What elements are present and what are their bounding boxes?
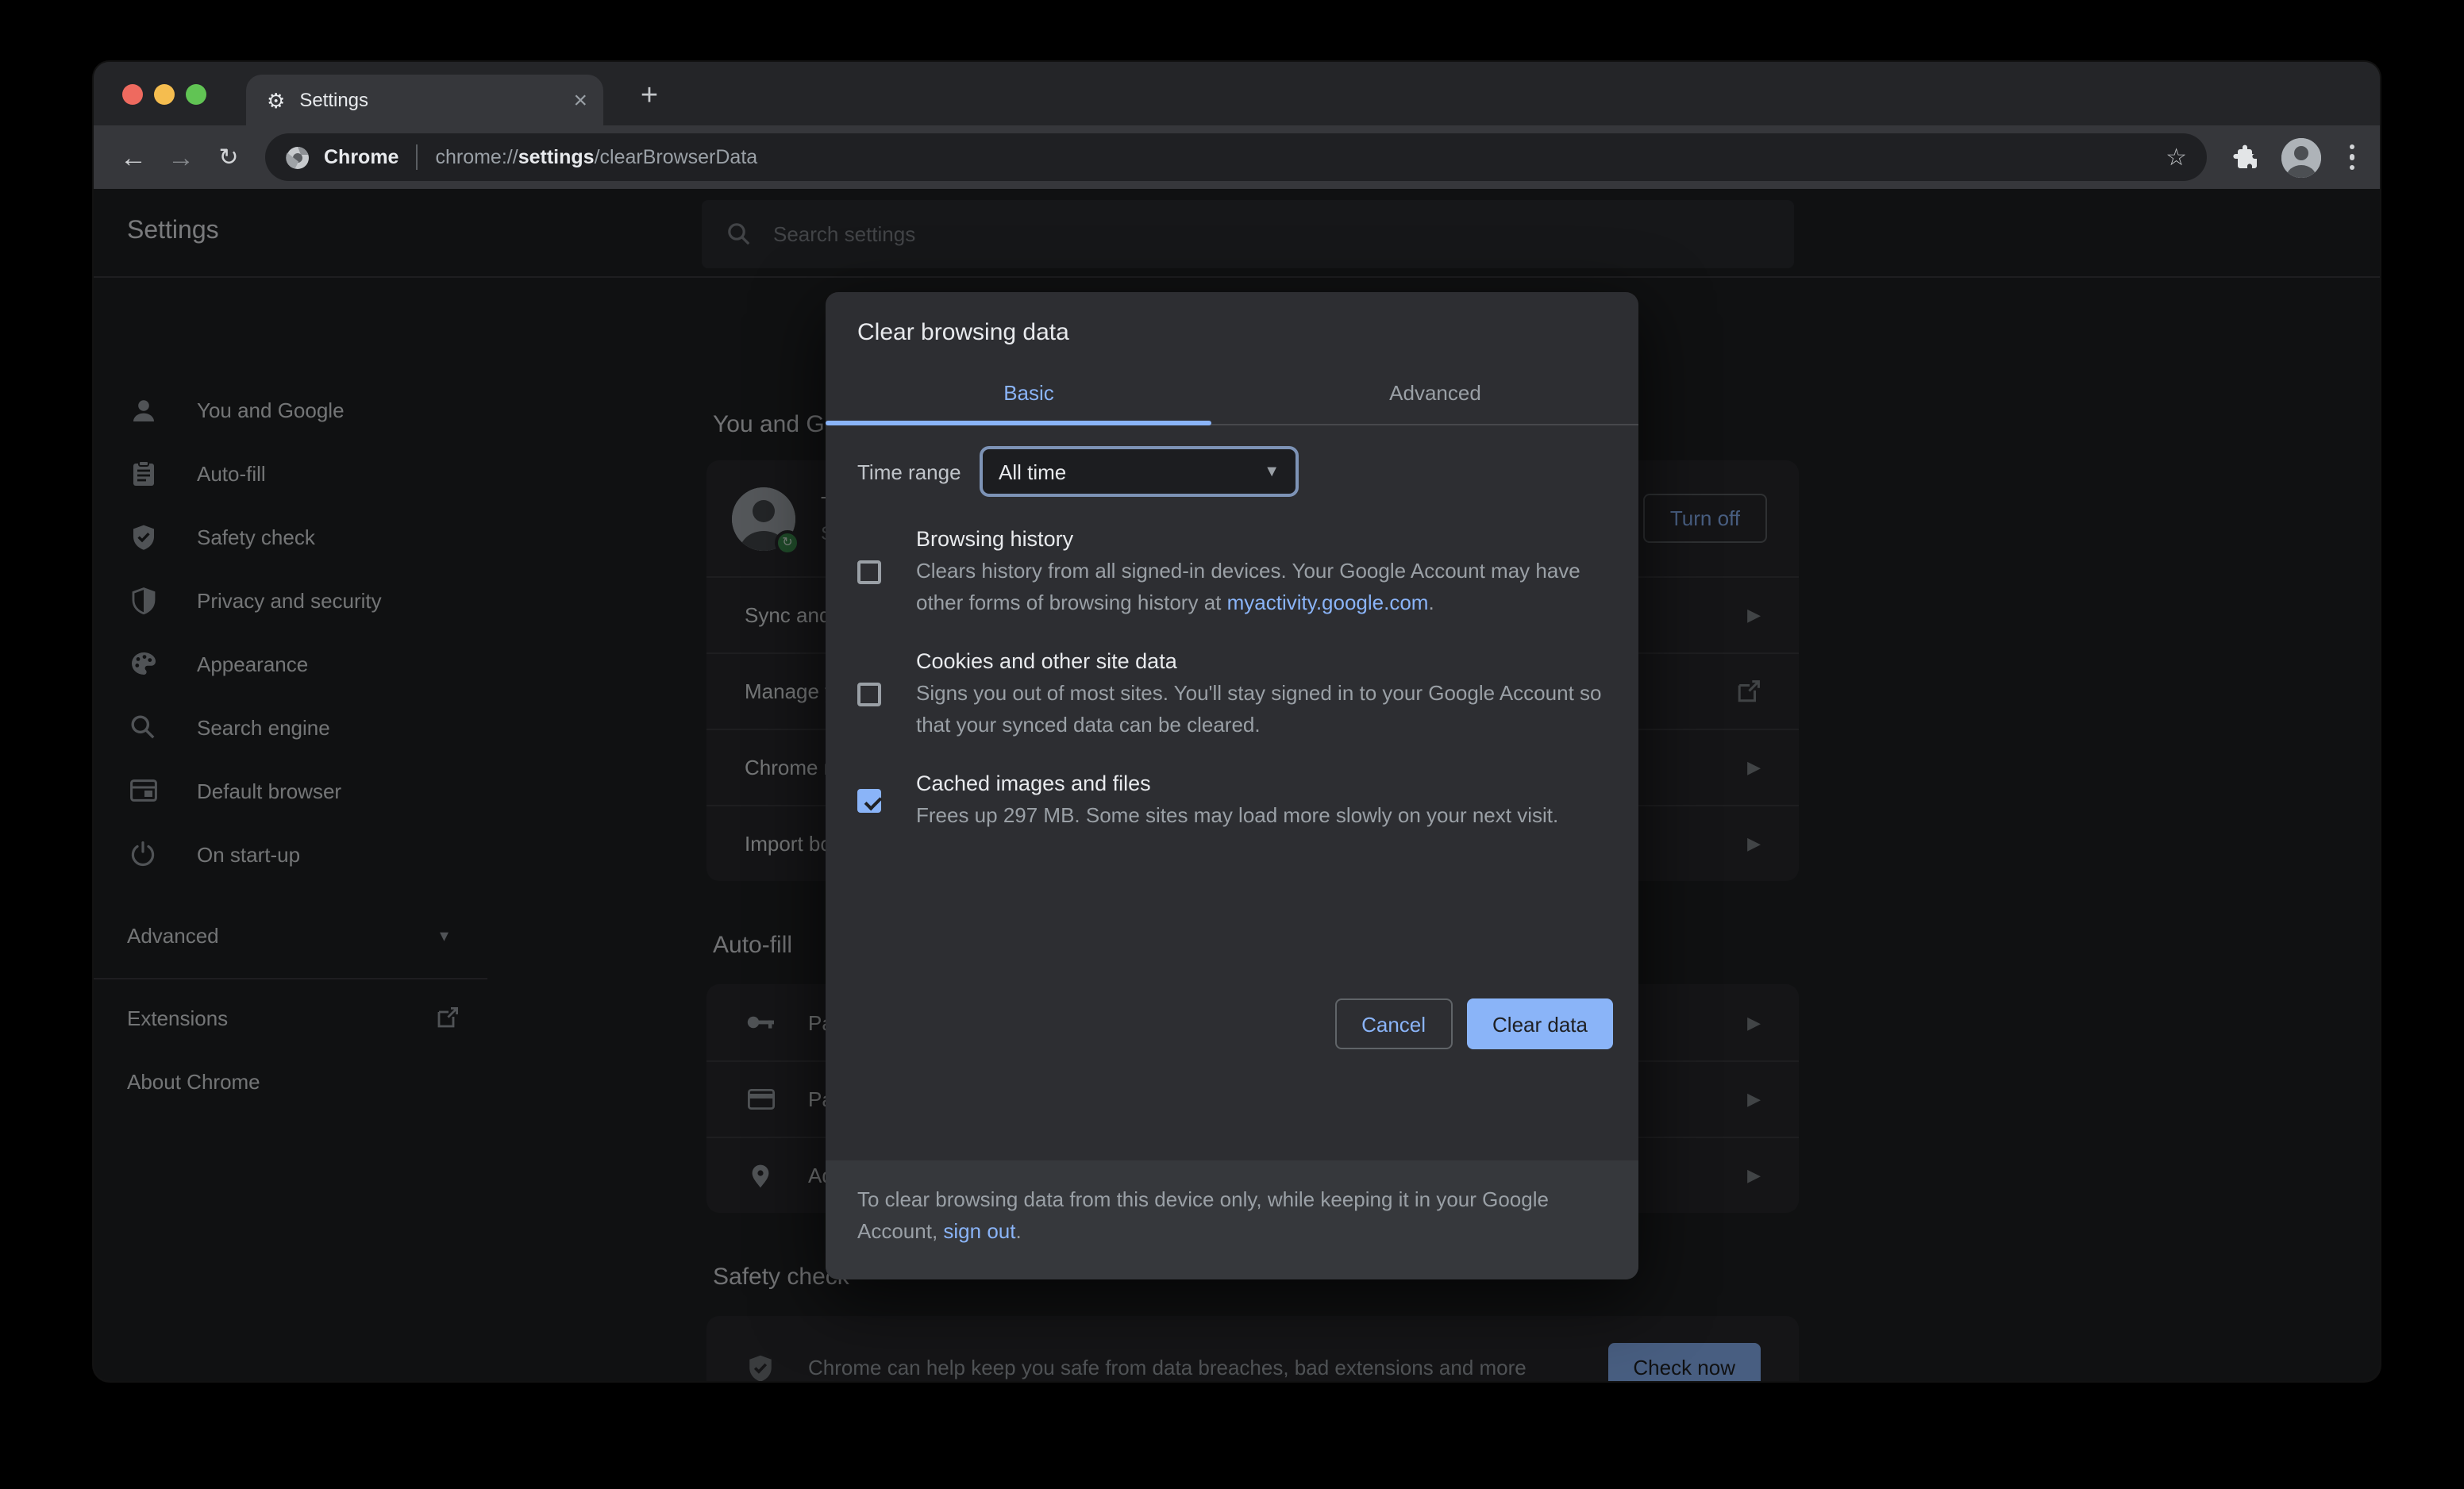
time-range-label: Time range [857, 460, 961, 483]
close-window-button[interactable] [122, 84, 143, 105]
tab-label: Basic [1003, 381, 1054, 405]
toolbar-right [2231, 137, 2361, 177]
tab-close-icon[interactable]: × [573, 88, 587, 112]
item-description: Clears history from all signed-in device… [916, 556, 1580, 587]
profile-avatar[interactable] [2281, 137, 2320, 177]
item-browsing-history: Browsing history Clears history from all… [857, 524, 1607, 619]
dialog-footer: To clear browsing data from this device … [826, 1160, 1638, 1279]
tab-settings[interactable]: ⚙ Settings × [246, 75, 603, 125]
item-description: Frees up 297 MB. Some sites may load mor… [916, 800, 1558, 832]
tab-label: Advanced [1389, 381, 1481, 405]
footer-text: To clear browsing data from this device … [857, 1184, 1607, 1216]
item-title: Cookies and other site data [916, 646, 1602, 678]
origin-chip: Chrome [324, 146, 398, 168]
gear-icon: ⚙ [267, 90, 285, 110]
checkbox-browsing-history[interactable] [857, 560, 881, 583]
chrome-logo-icon [286, 145, 310, 169]
forward-icon[interactable]: → [157, 144, 205, 171]
checkbox-cookies[interactable] [857, 682, 881, 706]
tab-basic[interactable]: Basic [826, 362, 1232, 424]
dialog-body: Time range All time ▼ Browsing history C… [826, 425, 1638, 859]
dialog-tabs: Basic Advanced [826, 362, 1638, 425]
time-range-select[interactable]: All time ▼ [980, 446, 1299, 497]
item-cookies: Cookies and other site data Signs you ou… [857, 646, 1607, 741]
checkbox-cached-images[interactable] [857, 788, 881, 812]
item-cached-images: Cached images and files Frees up 297 MB.… [857, 768, 1607, 832]
item-description: that your synced data can be cleared. [916, 710, 1602, 741]
back-icon[interactable]: ← [110, 144, 157, 171]
item-description: other forms of browsing history at myact… [916, 587, 1580, 619]
tab-title: Settings [299, 89, 573, 111]
item-title: Cached images and files [916, 768, 1558, 800]
footer-text: Account, sign out. [857, 1216, 1607, 1248]
address-bar[interactable]: Chrome chrome://settings/clearBrowserDat… [265, 133, 2206, 181]
screenshot-stage: ⚙ Settings × + ← → ↻ Chrome [0, 0, 2464, 1489]
extensions-puzzle-icon[interactable] [2231, 144, 2258, 171]
traffic-lights [122, 84, 206, 105]
item-description: Signs you out of most sites. You'll stay… [916, 678, 1602, 710]
time-range-value: All time [999, 460, 1066, 483]
bookmark-star-icon[interactable]: ☆ [2166, 143, 2187, 171]
select-arrow-icon: ▼ [1264, 463, 1280, 480]
sign-out-link[interactable]: sign out [943, 1219, 1015, 1243]
tab-strip: ⚙ Settings × + [94, 62, 2380, 125]
toolbar: ← → ↻ Chrome chrome://settings/clearBrow… [94, 125, 2380, 189]
dialog-title: Clear browsing data [857, 319, 1069, 346]
tab-advanced[interactable]: Advanced [1232, 362, 1638, 424]
new-tab-button[interactable]: + [627, 75, 672, 119]
item-title: Browsing history [916, 524, 1580, 556]
cancel-button[interactable]: Cancel [1334, 998, 1453, 1049]
reload-icon[interactable]: ↻ [205, 145, 252, 169]
clear-browsing-data-dialog: Clear browsing data Basic Advanced Time … [826, 292, 1638, 1279]
url-text: chrome://settings/clearBrowserData [435, 146, 2153, 168]
active-tab-underline [826, 421, 1211, 425]
minimize-window-button[interactable] [154, 84, 175, 105]
browser-window: ⚙ Settings × + ← → ↻ Chrome [94, 62, 2380, 1381]
dialog-actions: Cancel Clear data [1334, 998, 1613, 1049]
time-range-row: Time range All time ▼ [857, 444, 1607, 498]
zoom-window-button[interactable] [186, 84, 206, 105]
menu-kebab-icon[interactable] [2343, 144, 2361, 171]
myactivity-link[interactable]: myactivity.google.com [1227, 591, 1429, 614]
clear-data-button[interactable]: Clear data [1467, 998, 1613, 1049]
omnibox-separator [416, 144, 418, 170]
